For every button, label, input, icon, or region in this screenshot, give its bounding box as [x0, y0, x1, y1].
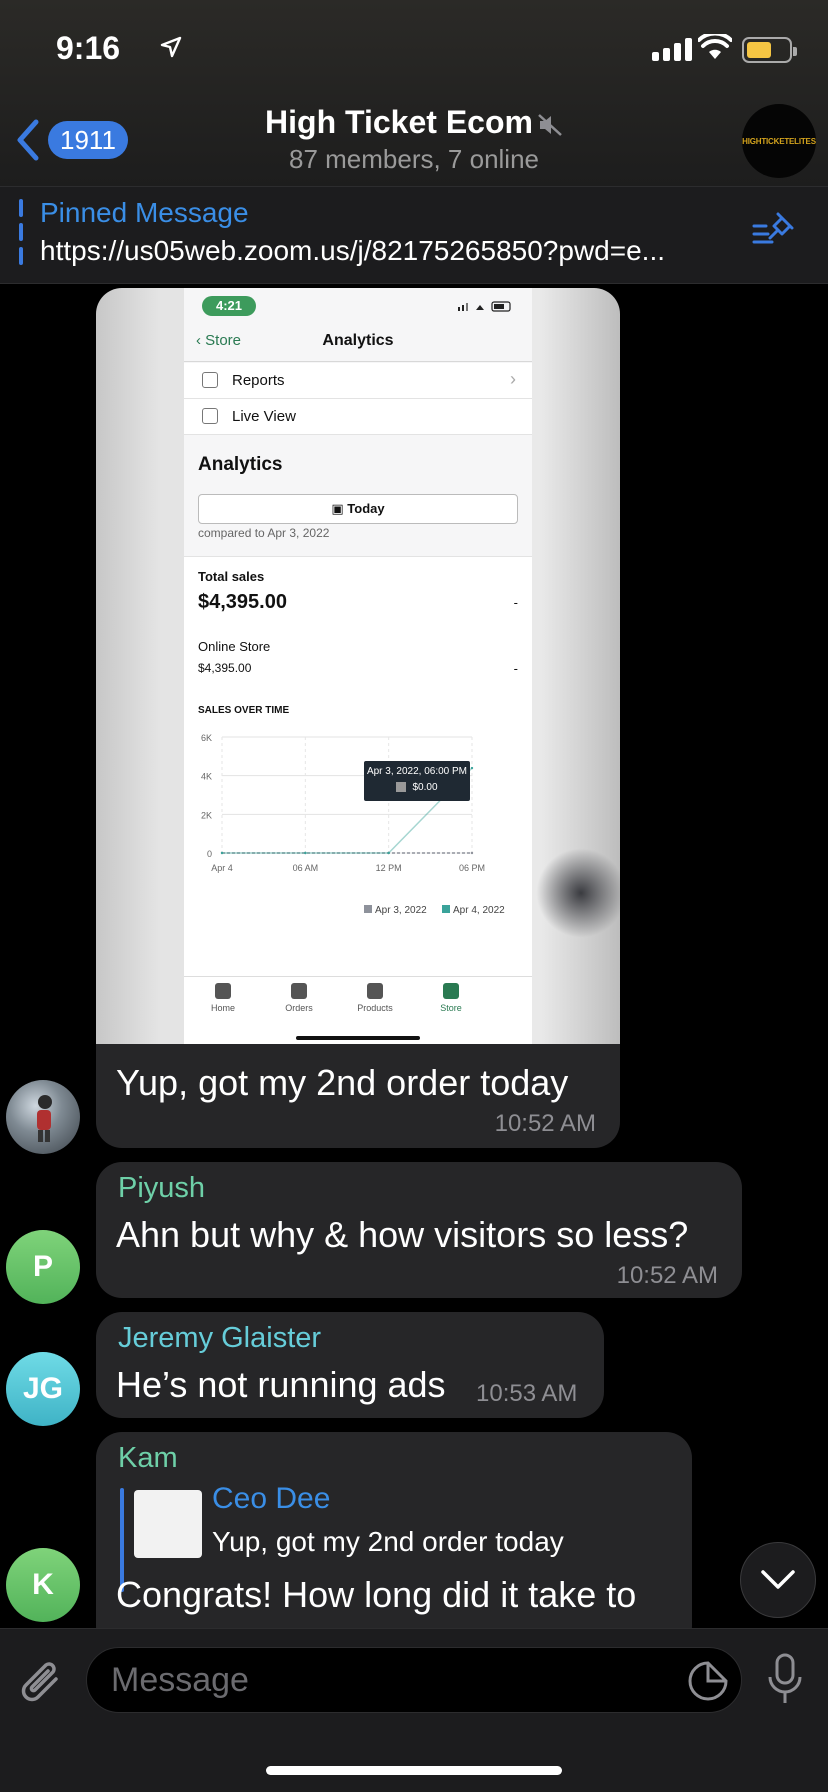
message-bubble[interactable]: Jeremy Glaister He’s not running ads 10:…	[96, 1312, 604, 1418]
legend-label: Apr 3, 2022	[375, 905, 427, 916]
message-input[interactable]	[86, 1647, 742, 1713]
pinned-list-icon[interactable]	[752, 212, 796, 248]
ph-tab-home: Home	[188, 983, 258, 1013]
tooltip-date: Apr 3, 2022, 06:00 PM	[366, 766, 468, 777]
ph-online-store-value: $4,395.00	[198, 661, 252, 675]
reply-sender[interactable]: Ceo Dee	[212, 1482, 330, 1516]
wifi-icon	[698, 34, 732, 59]
ph-chart-title: SALES OVER TIME	[198, 705, 290, 716]
pinned-message-bar[interactable]: Pinned Message https://us05web.zoom.us/j…	[0, 186, 828, 284]
x-tick-label: 06 AM	[293, 863, 319, 873]
legend-swatch	[442, 905, 450, 913]
chat-subtitle: 87 members, 7 online	[288, 144, 540, 174]
legend-swatch	[364, 905, 372, 913]
chat-title[interactable]: High Ticket Ecom	[265, 104, 533, 140]
reply-thumbnail	[134, 1490, 202, 1558]
ph-tab-store: Store	[416, 983, 486, 1013]
y-tick-label: 6K	[201, 733, 212, 743]
ph-total-sales-label: Total sales	[198, 569, 265, 584]
message-text: Congrats! How long did it take to	[116, 1574, 637, 1615]
message-sender[interactable]: Jeremy Glaister	[118, 1322, 321, 1355]
sticker-icon[interactable]	[688, 1661, 728, 1701]
data-point	[220, 851, 224, 855]
y-tick-label: 2K	[201, 810, 212, 820]
scroll-down-button[interactable]	[740, 1542, 816, 1618]
message-bubble[interactable]: Yup, got my 2nd order today 10:52 AM	[96, 1044, 620, 1148]
sales-over-time-chart: 0 2K 4K 6K Apr 4 06 AM 12 PM 06 PM Apr 3, 2022 Ap…	[201, 733, 505, 916]
y-tick-label: 0	[207, 849, 212, 859]
microphone-icon[interactable]	[766, 1653, 804, 1705]
sender-avatar-photo[interactable]	[6, 1080, 80, 1154]
data-point	[470, 851, 474, 855]
ph-chart-tooltip: Apr 3, 2022, 06:00 PM $0.00	[364, 761, 470, 801]
status-time: 9:16	[56, 30, 121, 66]
ph-tab-products: Products	[340, 983, 410, 1013]
pinned-indicator	[19, 199, 23, 271]
ph-total-sales-dash: -	[513, 595, 518, 610]
message-time: 10:52 AM	[616, 1262, 718, 1289]
chat-title-wrapper[interactable]: High Ticket Ecom	[0, 104, 828, 141]
ph-compared: compared to Apr 3, 2022	[198, 526, 330, 540]
muted-icon	[538, 113, 562, 136]
x-tick-label: Apr 4	[211, 863, 233, 873]
reply-text[interactable]: Yup, got my 2nd order today	[212, 1526, 564, 1558]
pinned-title: Pinned Message	[40, 197, 249, 228]
message-sender[interactable]: Piyush	[118, 1172, 205, 1205]
ph-online-store-dash: -	[513, 661, 518, 676]
group-avatar-logo: HIGHTICKETELITES	[742, 136, 816, 146]
chevron-down-icon	[761, 1570, 795, 1589]
sender-avatar[interactable]: K	[6, 1548, 80, 1622]
message-sender[interactable]: Kam	[118, 1442, 178, 1475]
legend-label: Apr 4, 2022	[453, 905, 505, 916]
x-tick-label: 06 PM	[459, 863, 485, 873]
ph-nav-title: Analytics	[322, 332, 394, 349]
ph-heading: Analytics	[198, 454, 283, 475]
home-indicator	[266, 1766, 562, 1775]
message-bubble[interactable]: Kam Ceo Dee Yup, got my 2nd order today …	[96, 1432, 692, 1652]
message-text: He’s not running ads	[116, 1364, 446, 1405]
message-time: 10:53 AM	[476, 1380, 578, 1407]
ph-status-icons	[458, 301, 511, 312]
shared-screenshot-image[interactable]: 4:21 ‹ Store Analytics Reports › Live Vie…	[96, 288, 620, 1048]
ph-row-reports: Reports ›	[184, 363, 532, 399]
sender-avatar[interactable]: JG	[6, 1352, 80, 1426]
message-bubble[interactable]: Piyush Ahn but why & how visitors so les…	[96, 1162, 742, 1298]
attach-icon[interactable]	[20, 1659, 64, 1709]
message-text: Yup, got my 2nd order today	[116, 1062, 569, 1103]
y-tick-label: 4K	[201, 772, 212, 782]
ph-status-time: 4:21	[202, 296, 256, 316]
chat-header: 9:16 1911 High Ticket Ecom 87 members, 7…	[0, 0, 828, 186]
ph-date-button: ▣ Today	[198, 494, 518, 524]
person-photo-icon	[37, 1095, 52, 1142]
tooltip-value: $0.00	[364, 782, 470, 793]
ph-total-sales-value: $4,395.00	[198, 591, 287, 613]
cellular-signal-icon	[652, 38, 692, 61]
data-point	[304, 851, 307, 855]
data-point	[387, 851, 390, 855]
message-time: 10:52 AM	[494, 1110, 596, 1137]
analytics-screenshot: 4:21 ‹ Store Analytics Reports › Live Vie…	[184, 288, 532, 1048]
ph-online-store-label: Online Store	[198, 639, 271, 654]
ph-row-live-view: Live View	[184, 399, 532, 435]
ph-sales-card: Total sales $4,395.00 - Online Store $4,…	[184, 556, 532, 996]
ph-tab-orders: Orders	[264, 983, 334, 1013]
sender-avatar[interactable]: P	[6, 1230, 80, 1304]
message-text: Ahn but why & how visitors so less?	[116, 1214, 689, 1255]
group-avatar[interactable]: HIGHTICKETELITES	[742, 104, 816, 178]
battery-icon	[742, 37, 797, 63]
x-tick-label: 12 PM	[376, 863, 402, 873]
ph-nav-bar: ‹ Store Analytics	[184, 324, 532, 362]
pinned-text[interactable]: https://us05web.zoom.us/j/82175265850?pw…	[40, 235, 740, 267]
data-point	[470, 766, 474, 770]
location-arrow-icon	[160, 36, 182, 58]
